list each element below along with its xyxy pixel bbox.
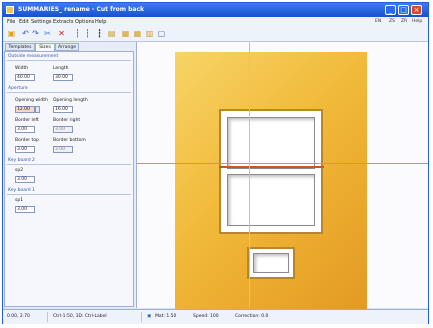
app-window: SUMMARIES_ rename - Cut from back _ □ × … [2,2,429,324]
divider [7,194,131,195]
border-top-label: Border top [15,138,39,143]
tool1-icon[interactable]: ┆ [73,29,82,38]
width-field[interactable]: 40.00 [15,74,35,81]
mat-board[interactable] [175,52,367,310]
key-board-2-header: Key board 2 [8,158,35,163]
status-mat: Mat: 1.50 [155,314,177,319]
border-top-field[interactable]: 3.00 [15,146,35,153]
image-icon[interactable]: ▥ [145,29,154,38]
app-icon [6,6,14,14]
lang-en[interactable]: EN [375,19,381,24]
border-left-label: Border left [15,118,39,123]
outside-measurement-header: Outside measurement [8,54,59,59]
menu-extracts[interactable]: Extracts [53,19,74,25]
undo-icon[interactable]: ↶ [21,29,30,38]
divider [7,60,131,61]
menu-options[interactable]: Options [75,19,94,25]
sp2-field[interactable]: 3.00 [15,176,35,183]
border-left-field[interactable]: 3.00 [15,126,35,133]
sp1-field[interactable]: 3.00 [15,206,35,213]
divider [47,312,48,322]
open-icon[interactable]: ▣ [7,29,16,38]
small-opening[interactable] [253,253,289,273]
divider [141,312,142,322]
border-bottom-label: Border bottom [53,138,86,143]
status-correction: Correction: 0.0 [235,314,269,319]
opening-length-label: Opening length [53,98,88,103]
lower-opening[interactable] [227,174,315,226]
tab-templates[interactable]: Templates [5,43,35,51]
maximize-button[interactable]: □ [398,5,409,15]
sp1-label: sp1 [15,198,24,203]
menu-file[interactable]: File [7,19,15,25]
info-icon[interactable]: ▢ [157,29,166,38]
status-speed: Speed: 100 [193,314,219,319]
opening-width-label: Opening width [15,98,48,103]
menu-settings[interactable]: Settings [31,19,52,25]
sp2-label: sp2 [15,168,24,173]
tool4-icon[interactable]: ▤ [107,29,116,38]
center-guide-line [219,166,324,168]
border-right-field[interactable]: 3.00 [53,126,73,133]
status-hint: Ctrl-1:50, 3D: Ctrl-Label [53,314,107,319]
properties-panel: Templates Sizes Arrange Outside measurem… [3,42,137,315]
print-icon[interactable]: ▦ [133,29,142,38]
cut-icon[interactable]: ✂ [43,29,52,38]
tool3-icon[interactable]: ┇ [95,29,104,38]
divider [7,164,131,165]
width-label: Width [15,66,29,71]
sizes-tab-content: Outside measurement Width 40.00 Length 3… [4,51,134,307]
length-field[interactable]: 30.00 [53,74,73,81]
grid-icon: ▣ [147,314,152,319]
border-right-label: Border right [53,118,81,123]
minimize-button[interactable]: _ [385,5,396,15]
opening-width-field[interactable]: 12.00 [15,106,35,113]
close-button[interactable]: × [411,5,422,15]
redo-icon[interactable]: ↷ [31,29,40,38]
lang-zs[interactable]: ZS [389,19,395,24]
status-bar: 0.00, 2.70 Ctrl-1:50, 3D: Ctrl-Label ▣ M… [3,309,428,324]
menu-help[interactable]: Help [95,19,106,25]
opening-length-field[interactable]: 16.00 [53,106,73,113]
toolbar: ▣ ↶ ↷ ✂ ✕ ┆ ┆ ┇ ▤ ▦ ▦ ▥ ▢ [3,27,428,42]
divider [7,92,131,93]
lang-zr[interactable]: ZR [401,19,407,24]
window-title: SUMMARIES_ rename - Cut from back [18,6,145,13]
border-bottom-field[interactable]: 3.00 [53,146,73,153]
tab-sizes[interactable]: Sizes [35,43,55,51]
key-board-1-header: Key board 1 [8,188,35,193]
menu-edit[interactable]: Edit [19,19,29,25]
delete-icon[interactable]: ✕ [57,29,66,38]
tab-arrange[interactable]: Arrange [55,43,79,51]
status-coords: 0.00, 2.70 [7,314,30,319]
help-link[interactable]: Help [412,19,422,24]
design-canvas[interactable] [137,42,428,310]
title-bar[interactable]: SUMMARIES_ rename - Cut from back _ □ × [3,3,428,17]
vertical-guide [249,42,250,308]
length-label: Length [53,66,69,71]
upper-opening[interactable] [227,117,315,169]
menu-bar: File Edit Settings Extracts Options Help… [3,17,428,27]
tool2-icon[interactable]: ┆ [83,29,92,38]
opening-width-stepper[interactable] [35,106,40,113]
aperture-header: Aperture [8,86,28,91]
save-icon[interactable]: ▦ [121,29,130,38]
horizontal-guide [137,163,428,164]
